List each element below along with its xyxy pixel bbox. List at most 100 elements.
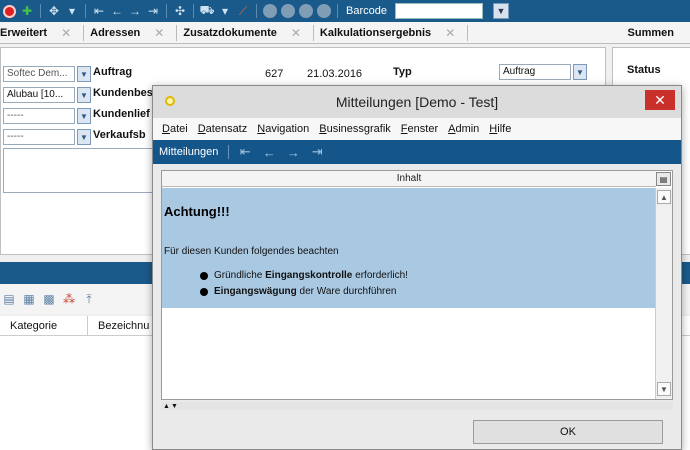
scroll-up-icon[interactable]: ▲ bbox=[657, 190, 671, 204]
order-number: 627 bbox=[265, 68, 284, 80]
move-top-icon[interactable]: ⤒ bbox=[82, 292, 96, 306]
collapse-up-icon[interactable]: ▲ bbox=[163, 403, 170, 410]
label-auftrag: Auftrag bbox=[93, 66, 133, 78]
dropdown-icon[interactable]: ▼ bbox=[77, 87, 91, 103]
next-record-icon[interactable]: → bbox=[285, 145, 301, 160]
barcode-dropdown-icon[interactable]: ▼ bbox=[492, 3, 509, 19]
bullet-text: erforderlich! bbox=[352, 270, 408, 281]
tab-summen[interactable]: Summen bbox=[622, 25, 690, 41]
message-content-frame: Inhalt ▤ Achtung!!! Für diesen Kunden fo… bbox=[161, 170, 673, 400]
tab-zusatzdokumente[interactable]: Zusatzdokumente ✕ bbox=[177, 24, 314, 41]
memo-field[interactable] bbox=[3, 148, 153, 193]
delete-icon[interactable]: ▩ bbox=[42, 292, 56, 306]
nav-separator bbox=[228, 145, 230, 159]
first-record-icon[interactable]: ⇤ bbox=[237, 144, 253, 160]
tab-erweitert[interactable]: Erweitert ✕ bbox=[0, 24, 85, 41]
last-record-icon[interactable]: ⇥ bbox=[146, 4, 160, 18]
nav-title: Mitteilungen bbox=[159, 146, 219, 158]
cart-icon[interactable]: ⛟ bbox=[199, 3, 214, 18]
messages-dialog: Mitteilungen [Demo - Test] ✕ Datei Daten… bbox=[152, 85, 682, 450]
bullet-icon bbox=[200, 271, 208, 280]
scroll-down-icon[interactable]: ▼ bbox=[657, 382, 671, 396]
vertical-scrollbar[interactable]: ▲ ▼ bbox=[655, 188, 672, 399]
label-kundenbes: Kundenbes bbox=[93, 87, 153, 99]
menu-datei[interactable]: Datei bbox=[162, 123, 188, 135]
close-icon[interactable]: ✕ bbox=[61, 26, 71, 40]
next-record-icon[interactable]: → bbox=[128, 4, 142, 18]
dialog-menubar: Datei Datensatz Navigation Businessgrafi… bbox=[153, 118, 681, 140]
menu-navigation[interactable]: Navigation bbox=[257, 123, 309, 135]
dialog-titlebar[interactable]: Mitteilungen [Demo - Test] ✕ bbox=[153, 86, 681, 118]
disabled-circle-icon bbox=[317, 4, 331, 18]
delivery-field[interactable]: ----- bbox=[3, 108, 75, 124]
message-body: Achtung!!! Für diesen Kunden folgendes b… bbox=[162, 188, 656, 308]
column-bezeichnung[interactable]: Bezeichnu bbox=[88, 316, 158, 336]
content-header: Inhalt bbox=[162, 171, 656, 187]
wand-icon[interactable]: ⟋ bbox=[236, 4, 250, 18]
message-intro: Für diesen Kunden folgendes beachten bbox=[164, 246, 339, 257]
dropdown-arrow-icon[interactable]: ▾ bbox=[65, 4, 79, 18]
document-icon[interactable]: ▦ bbox=[22, 292, 36, 306]
last-record-icon[interactable]: ⇥ bbox=[309, 144, 325, 160]
collapse-down-icon[interactable]: ▼ bbox=[171, 403, 178, 410]
disabled-circle-icon bbox=[263, 4, 277, 18]
previous-record-icon[interactable]: ← bbox=[261, 145, 277, 160]
mandant-field[interactable]: Softec Dem... bbox=[3, 66, 75, 82]
close-icon[interactable]: ✕ bbox=[291, 26, 301, 40]
type-select[interactable]: Auftrag bbox=[499, 64, 571, 80]
previous-record-icon[interactable]: ← bbox=[110, 4, 124, 18]
dropdown-icon[interactable]: ▼ bbox=[77, 66, 91, 82]
toolbar-separator bbox=[166, 4, 167, 18]
toolbar-separator bbox=[40, 4, 41, 18]
menu-fenster[interactable]: Fenster bbox=[401, 123, 438, 135]
close-icon[interactable]: ✕ bbox=[445, 26, 455, 40]
tools-icon[interactable]: ✣ bbox=[173, 4, 187, 18]
barcode-input[interactable] bbox=[394, 3, 483, 19]
disabled-circle-icon bbox=[281, 4, 295, 18]
barcode-label: Barcode bbox=[346, 5, 387, 17]
dropdown-icon[interactable]: ▼ bbox=[573, 64, 587, 80]
customer-field[interactable]: Alubau [10... bbox=[3, 87, 75, 103]
tab-bar: Erweitert ✕ Adressen ✕ Zusatzdokumente ✕ Ka… bbox=[0, 22, 690, 44]
dropdown-arrow-icon[interactable]: ▾ bbox=[218, 4, 232, 18]
bullet-bold-text: Eingangswägung bbox=[214, 286, 297, 297]
dialog-navbar: Mitteilungen ⇤ ← → ⇥ bbox=[153, 140, 681, 164]
new-document-icon[interactable]: ▤ bbox=[2, 292, 16, 306]
group-icon[interactable]: ⁂ bbox=[62, 292, 76, 306]
message-title: Achtung!!! bbox=[164, 204, 230, 219]
menu-datensatz[interactable]: Datensatz bbox=[198, 123, 248, 135]
dropdown-icon[interactable]: ▼ bbox=[77, 108, 91, 124]
first-record-icon[interactable]: ⇤ bbox=[92, 4, 106, 18]
tab-label: Summen bbox=[627, 26, 674, 39]
puzzle-icon[interactable]: ✥ bbox=[47, 4, 61, 18]
add-icon[interactable]: ✚ bbox=[20, 4, 34, 18]
disabled-circle-icon bbox=[299, 4, 313, 18]
close-icon[interactable]: ✕ bbox=[154, 26, 164, 40]
menu-admin[interactable]: Admin bbox=[448, 123, 479, 135]
bullet-bold-text: Eingangskontrolle bbox=[265, 270, 353, 281]
menu-businessgrafik[interactable]: Businessgrafik bbox=[319, 123, 391, 135]
message-bullet-2: Eingangswägung der Ware durchführen bbox=[200, 286, 396, 297]
label-kundenlief: Kundenlief bbox=[93, 108, 150, 120]
dropdown-icon[interactable]: ▼ bbox=[77, 129, 91, 145]
status-label: Status bbox=[627, 64, 661, 76]
label-verkaufsb: Verkaufsb bbox=[93, 129, 146, 141]
ok-button[interactable]: OK bbox=[473, 420, 663, 444]
tab-label: Zusatzdokumente bbox=[183, 26, 277, 39]
header-menu-icon[interactable]: ▤ bbox=[656, 172, 671, 186]
close-icon: ✕ bbox=[654, 91, 666, 108]
sales-field[interactable]: ----- bbox=[3, 129, 75, 145]
toolbar-separator bbox=[85, 4, 86, 18]
order-date: 21.03.2016 bbox=[307, 68, 363, 80]
tab-label: Adressen bbox=[90, 26, 141, 39]
column-kategorie[interactable]: Kategorie bbox=[0, 315, 88, 336]
bullet-text: Gründliche bbox=[214, 270, 266, 281]
record-icon[interactable] bbox=[2, 4, 16, 18]
close-button[interactable]: ✕ bbox=[645, 90, 675, 110]
menu-hilfe[interactable]: Hilfe bbox=[489, 123, 511, 135]
label-typ: Typ bbox=[393, 66, 412, 78]
tab-adressen[interactable]: Adressen ✕ bbox=[84, 24, 178, 41]
toolbar-separator bbox=[193, 4, 194, 18]
tab-kalkulationsergebnis[interactable]: Kalkulationsergebnis ✕ bbox=[314, 24, 469, 41]
splitter-handle[interactable]: ▲ ▼ bbox=[161, 402, 673, 410]
